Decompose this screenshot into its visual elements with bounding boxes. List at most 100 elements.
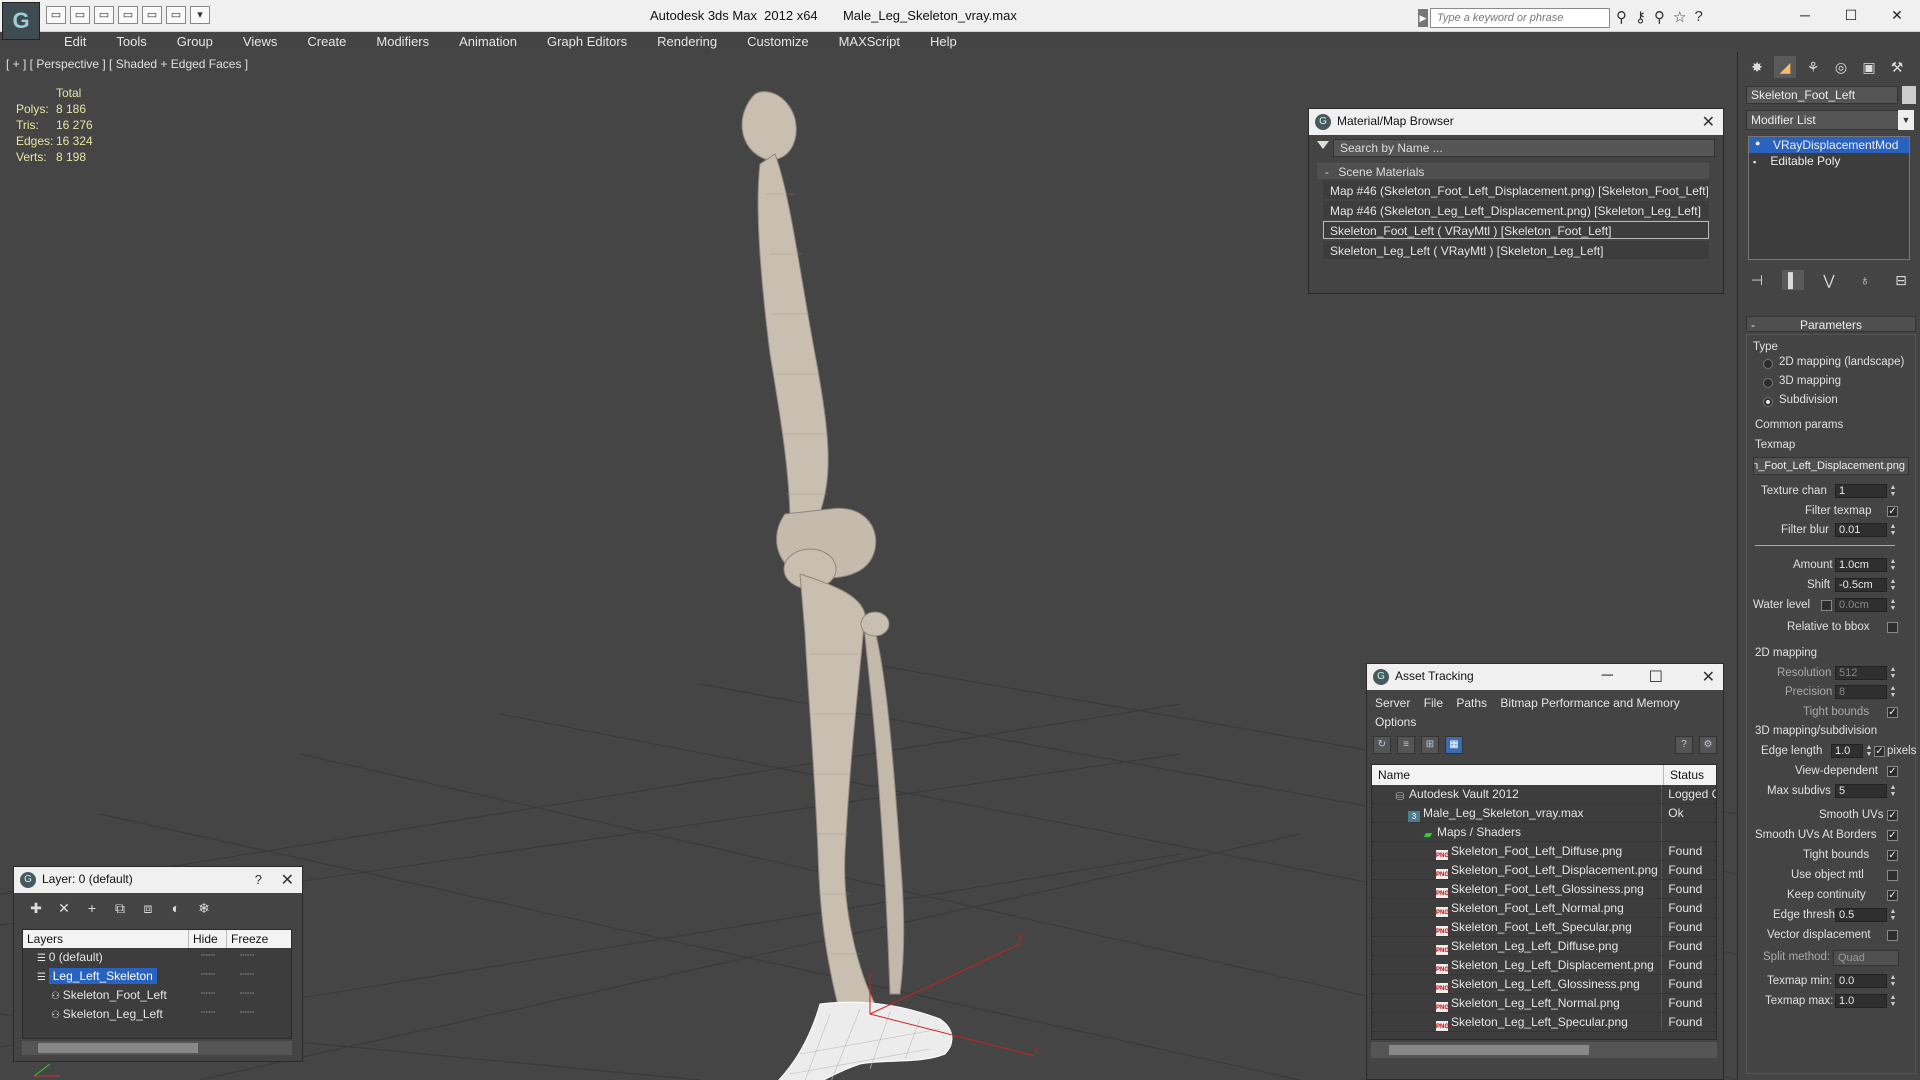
scrollbar-thumb[interactable]	[1389, 1045, 1589, 1055]
menu-paths[interactable]: Paths	[1456, 696, 1487, 710]
remove-modifier-icon[interactable]: ♁	[1854, 270, 1876, 290]
relative-bbox-checkbox[interactable]	[1887, 622, 1898, 633]
spinner-arrows-icon[interactable]: ▲ ▼	[1889, 784, 1897, 798]
rollout-collapse-icon[interactable]: -	[1751, 318, 1755, 332]
key-icon[interactable]: ⚷	[1635, 8, 1646, 26]
motion-tab-icon[interactable]: ◎	[1830, 56, 1852, 78]
asset-row[interactable]: PNG Skeleton_Foot_Left_Glossiness.png Foun…	[1372, 880, 1716, 899]
use-object-mtl-checkbox[interactable]	[1887, 870, 1898, 881]
add-to-layer-icon[interactable]: +	[82, 899, 102, 917]
menu-bitmap-performance[interactable]: Bitmap Performance and Memory	[1500, 696, 1679, 710]
vault-settings-icon[interactable]: ⚙	[1699, 736, 1717, 754]
select-objects-icon[interactable]: ⧉	[110, 899, 130, 917]
table-view-icon[interactable]: ▦	[1445, 736, 1463, 754]
undo-icon[interactable]: ▭	[94, 6, 114, 24]
menu-modifiers[interactable]: Modifiers	[356, 32, 439, 52]
layer-row[interactable]: ☰ 0 (default) ┄┄ ┄┄	[23, 948, 291, 967]
menu-group[interactable]: Group	[157, 32, 223, 52]
column-hide[interactable]: Hide	[189, 930, 227, 948]
spinner-arrows-icon[interactable]: ▲ ▼	[1889, 685, 1897, 699]
asset-tracking-titlebar[interactable]: G Asset Tracking ─ ☐ ✕	[1367, 664, 1723, 690]
filter-blur-spinner[interactable]: 0.01	[1835, 523, 1887, 537]
menu-options[interactable]: Options	[1375, 715, 1416, 729]
chevron-down-icon[interactable]: ▼	[1898, 110, 1914, 130]
spinner-arrows-icon[interactable]: ▲ ▼	[1889, 908, 1897, 922]
close-icon[interactable]: ✕	[281, 870, 294, 890]
display-tab-icon[interactable]: ▣	[1858, 56, 1880, 78]
resolution-spinner[interactable]: 512	[1835, 666, 1887, 680]
column-layers[interactable]: Layers	[23, 930, 189, 948]
asset-row[interactable]: PNG Skeleton_Leg_Left_Displacement.png Fou…	[1372, 956, 1716, 975]
vector-displacement-checkbox[interactable]	[1887, 930, 1898, 941]
layer-hide-toggle[interactable]: ┄┄	[189, 986, 227, 1005]
spinner-arrows-icon[interactable]: ▲ ▼	[1889, 994, 1897, 1008]
pin-stack-icon[interactable]: ⊣	[1746, 270, 1768, 290]
column-name[interactable]: Name	[1372, 765, 1664, 785]
save-file-icon[interactable]: ▭	[70, 6, 90, 24]
asset-row[interactable]: PNG Skeleton_Leg_Left_Glossiness.png Found	[1372, 975, 1716, 994]
tree-view-icon[interactable]: ⊞	[1421, 736, 1439, 754]
smooth-uvs-checkbox[interactable]: ✓	[1887, 810, 1898, 821]
bulb-icon[interactable]: ●	[1755, 138, 1765, 148]
communication-icon[interactable]: ⚲	[1654, 8, 1665, 26]
texmap-min-spinner[interactable]: 0.0	[1835, 974, 1887, 988]
hierarchy-tab-icon[interactable]: ⚘	[1802, 56, 1824, 78]
asset-row[interactable]: PNG Skeleton_Foot_Left_Diffuse.png Found	[1372, 842, 1716, 861]
help-icon[interactable]: ?	[1675, 736, 1693, 754]
delete-layer-icon[interactable]: ✕	[54, 899, 74, 917]
binoculars-icon[interactable]: ⚲	[1616, 8, 1627, 26]
layer-freeze-toggle[interactable]: ┄┄	[227, 1005, 267, 1024]
horizontal-scrollbar[interactable]	[22, 1041, 292, 1055]
minimize-icon[interactable]: ─	[1602, 667, 1613, 685]
utilities-tab-icon[interactable]: ⚒	[1886, 56, 1908, 78]
layer-row[interactable]: ⚇ Skeleton_Foot_Left ┄┄ ┄┄	[23, 986, 291, 1005]
parameters-rollout-header[interactable]: - Parameters	[1746, 316, 1916, 332]
layer-freeze-toggle[interactable]: ┄┄	[227, 967, 267, 986]
edge-length-spinner[interactable]: 1.0	[1831, 744, 1863, 758]
precision-spinner[interactable]: 8	[1835, 685, 1887, 699]
shift-spinner[interactable]: -0.5cm	[1835, 578, 1887, 592]
menu-help[interactable]: Help	[910, 32, 967, 52]
asset-row[interactable]: PNG Skeleton_Foot_Left_Normal.png Found	[1372, 899, 1716, 918]
horizontal-scrollbar[interactable]	[1371, 1042, 1717, 1058]
keep-continuity-checkbox[interactable]: ✓	[1887, 890, 1898, 901]
search-expand-icon[interactable]: ▶	[1418, 9, 1428, 27]
texmap-button[interactable]: Skeleton_Foot_Left_Displacement.png)	[1753, 457, 1909, 475]
column-freeze[interactable]: Freeze	[227, 930, 268, 948]
filter-texmap-checkbox[interactable]: ✓	[1887, 506, 1898, 517]
fetch-icon[interactable]: ▭	[166, 6, 186, 24]
water-level-spinner[interactable]: 0.0cm	[1835, 598, 1887, 612]
layer-freeze-toggle[interactable]: ┄┄	[227, 986, 267, 1005]
pixels-checkbox[interactable]: ✓	[1874, 746, 1885, 757]
highlight-layer-icon[interactable]: ⧈	[138, 899, 158, 917]
smooth-uvs-borders-checkbox[interactable]: ✓	[1887, 830, 1898, 841]
column-status[interactable]: Status	[1664, 765, 1710, 785]
minimize-button[interactable]: ─	[1782, 0, 1828, 30]
scene-materials-group[interactable]: - Scene Materials	[1317, 163, 1709, 179]
asset-row[interactable]: PNG Skeleton_Leg_Left_Diffuse.png Found	[1372, 937, 1716, 956]
search-input[interactable]: Type a keyword or phrase	[1430, 8, 1610, 28]
new-layer-icon[interactable]: ✚	[26, 899, 46, 917]
material-item[interactable]: Map #46 (Skeleton_Foot_Left_Displacement…	[1323, 181, 1709, 199]
edge-thresh-spinner[interactable]: 0.5	[1835, 908, 1887, 922]
expand-icon[interactable]: ▪	[1753, 157, 1763, 167]
menu-views[interactable]: Views	[223, 32, 287, 52]
create-tab-icon[interactable]: ✸	[1746, 56, 1768, 78]
layer-manager-titlebar[interactable]: G Layer: 0 (default) ? ✕	[14, 867, 302, 893]
search-options-icon[interactable]	[1317, 141, 1329, 149]
max-subdivs-spinner[interactable]: 5	[1835, 784, 1887, 798]
menu-customize[interactable]: Customize	[727, 32, 818, 52]
hold-icon[interactable]: ▭	[142, 6, 162, 24]
modifier-editable-poly[interactable]: ▪ Editable Poly	[1749, 153, 1909, 169]
layer-row[interactable]: ☰ Leg_Left_Skeleton ┄┄ ┄┄	[23, 967, 291, 986]
menu-animation[interactable]: Animation	[439, 32, 527, 52]
radio-3d-mapping[interactable]	[1763, 378, 1773, 388]
layer-hide-toggle[interactable]: ┄┄	[189, 1005, 227, 1024]
radio-subdivision[interactable]	[1763, 397, 1773, 407]
asset-row[interactable]: PNG Skeleton_Foot_Left_Specular.png Found	[1372, 918, 1716, 937]
material-browser-titlebar[interactable]: G Material/Map Browser ✕	[1309, 109, 1723, 135]
spinner-arrows-icon[interactable]: ▲ ▼	[1889, 523, 1897, 537]
material-item[interactable]: Map #46 (Skeleton_Leg_Left_Displacement.…	[1323, 201, 1709, 219]
configure-modifier-sets-icon[interactable]: ⊟	[1890, 270, 1912, 290]
split-method-dropdown[interactable]: Quad	[1833, 950, 1899, 966]
